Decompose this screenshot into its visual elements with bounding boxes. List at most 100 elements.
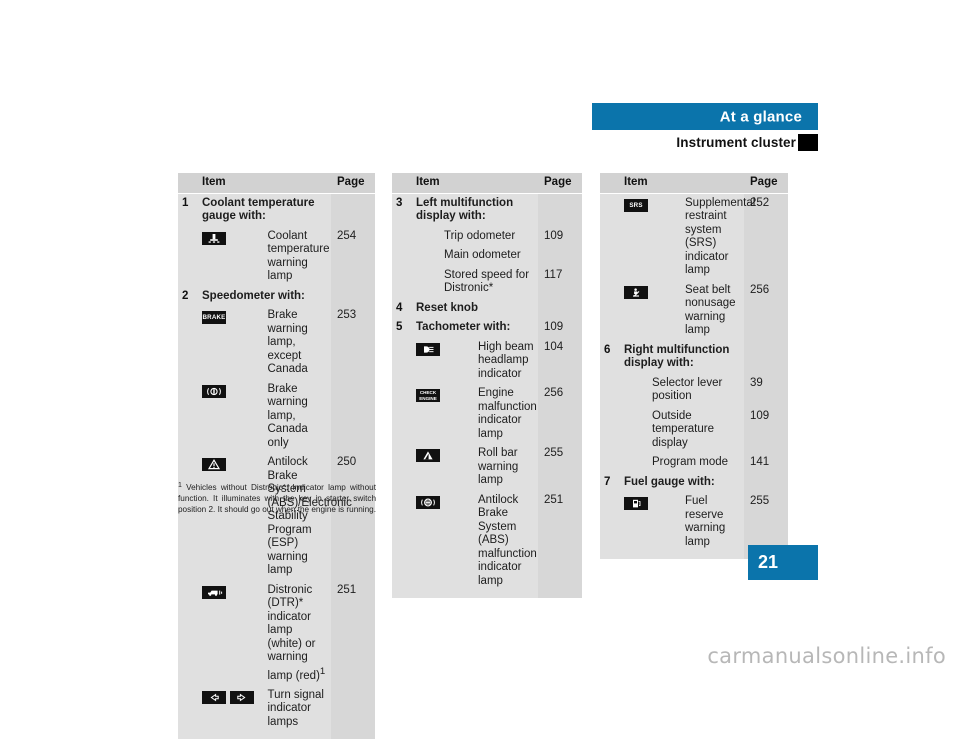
row-number: 4 bbox=[392, 298, 414, 318]
brake-warning-icon-glyph: BRAKE bbox=[202, 311, 226, 324]
row-item: Tachometer with: bbox=[414, 318, 538, 338]
table-row: Selector lever position 39 bbox=[600, 373, 788, 407]
header-item: Item bbox=[622, 173, 744, 194]
row-item: Coolant temperature gauge with: bbox=[200, 193, 331, 227]
row-page: 256 bbox=[538, 384, 582, 444]
brake-warning-canada-icon bbox=[200, 379, 266, 453]
brake-warning-canada-icon-glyph bbox=[202, 384, 226, 398]
row-page bbox=[331, 193, 375, 227]
roll-bar-warning-icon bbox=[414, 444, 476, 491]
row-number bbox=[600, 280, 622, 341]
row-item: Reset knob bbox=[414, 298, 538, 318]
row-number: 7 bbox=[600, 472, 622, 492]
table-column-1: Item Page 1 Coolant temperature gauge wi… bbox=[178, 173, 375, 739]
row-number bbox=[178, 226, 200, 287]
fuel-reserve-icon bbox=[622, 492, 683, 552]
row-item: Program mode bbox=[622, 453, 744, 473]
turn-signal-icons bbox=[200, 685, 266, 733]
page-number-badge: 21 bbox=[748, 545, 818, 580]
legend-table-3: Item Page SRS Supplemental restraint sys… bbox=[600, 173, 788, 559]
table-header-row: Item Page bbox=[600, 173, 788, 194]
row-page bbox=[538, 298, 582, 318]
footnote: 1 Vehicles without Distronic*: Indicator… bbox=[178, 482, 376, 516]
table-header-row: Item Page bbox=[178, 173, 375, 194]
row-page: 251 bbox=[331, 580, 375, 686]
row-item: Antilock Brake System (ABS)/Electronic S… bbox=[265, 453, 352, 581]
row-number bbox=[600, 492, 622, 552]
table-row: Coolant temperature warning lamp 254 bbox=[178, 226, 375, 287]
row-item: Fuel gauge with: bbox=[622, 472, 744, 492]
table-row: Antilock Brake System (ABS) malfunction … bbox=[392, 490, 582, 591]
table-row: 3 Left multifunction display with: bbox=[392, 193, 582, 227]
page-number-value: 21 bbox=[758, 552, 779, 572]
row-number bbox=[392, 226, 414, 246]
header-number bbox=[392, 173, 414, 194]
row-number: 6 bbox=[600, 340, 622, 374]
table-row: Brake warning lamp, Canada only bbox=[178, 379, 375, 453]
table-row: High beam headlamp indicator 104 bbox=[392, 337, 582, 384]
header-page: Page bbox=[538, 173, 582, 194]
row-number bbox=[600, 453, 622, 473]
header-page: Page bbox=[331, 173, 375, 194]
header-page: Page bbox=[744, 173, 788, 194]
section-marker bbox=[798, 134, 818, 151]
row-item: Roll bar warning lamp bbox=[476, 444, 538, 491]
row-number bbox=[178, 306, 200, 380]
table-row: 2 Speedometer with: bbox=[178, 286, 375, 306]
table-row: Program mode 141 bbox=[600, 453, 788, 473]
turn-signal-left-icon bbox=[202, 690, 226, 704]
row-number bbox=[392, 444, 414, 491]
table-column-3: Item Page SRS Supplemental restraint sys… bbox=[600, 173, 788, 559]
table-row: 6 Right multifunction display with: bbox=[600, 340, 788, 374]
row-number: 2 bbox=[178, 286, 200, 306]
row-page: 251 bbox=[538, 490, 582, 591]
table-row: Roll bar warning lamp 255 bbox=[392, 444, 582, 491]
watermark: carmanualsonline.info bbox=[707, 644, 946, 668]
row-number bbox=[178, 379, 200, 453]
row-page bbox=[331, 379, 375, 453]
table-header-row: Item Page bbox=[392, 173, 582, 194]
header-item: Item bbox=[414, 173, 538, 194]
row-number: 3 bbox=[392, 193, 414, 227]
row-item: Left multifunction display with: bbox=[414, 193, 538, 227]
row-page: 104 bbox=[538, 337, 582, 384]
row-page bbox=[744, 472, 788, 492]
row-page: 109 bbox=[538, 318, 582, 338]
table-row: Antilock Brake System (ABS)/Electronic S… bbox=[178, 453, 375, 581]
row-page: 255 bbox=[538, 444, 582, 491]
row-item: Coolant temperature warning lamp bbox=[265, 226, 331, 287]
abs-malfunction-icon bbox=[414, 490, 476, 591]
row-item: Brake warning lamp, Canada only bbox=[265, 379, 331, 453]
row-item: Outside temperature display bbox=[622, 406, 744, 453]
header-band: At a glance bbox=[592, 103, 818, 130]
coolant-temperature-icon bbox=[200, 226, 266, 287]
turn-signal-right-icon bbox=[230, 690, 255, 704]
row-page: 39 bbox=[744, 373, 788, 407]
row-page bbox=[538, 193, 582, 227]
row-item: Fuel reserve warning lamp bbox=[683, 492, 744, 552]
distronic-indicator-icon-glyph bbox=[202, 585, 226, 599]
row-item: Distronic (DTR)* indicator lamp (white) … bbox=[265, 580, 331, 686]
row-page: 256 bbox=[744, 280, 788, 341]
row-item: Turn signal indicator lamps bbox=[265, 685, 331, 733]
row-item: Selector lever position bbox=[622, 373, 744, 407]
row-item: Brake warning lamp, except Canada bbox=[265, 306, 331, 380]
table-row: Stored speed for Distronic* 117 bbox=[392, 265, 582, 299]
row-page: 117 bbox=[538, 265, 582, 299]
row-item: Stored speed for Distronic* bbox=[414, 265, 538, 299]
fuel-reserve-icon-glyph bbox=[624, 497, 648, 510]
seat-belt-icon bbox=[622, 280, 683, 341]
header-item: Item bbox=[200, 173, 331, 194]
row-item: Speedometer with: bbox=[200, 286, 331, 306]
footnote-text: Vehicles without Distronic*: Indicator l… bbox=[178, 483, 377, 515]
high-beam-icon-glyph bbox=[416, 342, 440, 356]
seat-belt-icon-glyph bbox=[624, 285, 648, 299]
row-number bbox=[392, 246, 414, 266]
footnote-marker: 1 bbox=[178, 482, 182, 489]
abs-esp-warning-icon-glyph bbox=[202, 458, 226, 471]
row-number bbox=[600, 373, 622, 407]
high-beam-icon bbox=[414, 337, 476, 384]
table-row: BRAKE Brake warning lamp, except Canada … bbox=[178, 306, 375, 380]
row-number bbox=[178, 685, 200, 733]
table-row: Distronic (DTR)* indicator lamp (white) … bbox=[178, 580, 375, 686]
